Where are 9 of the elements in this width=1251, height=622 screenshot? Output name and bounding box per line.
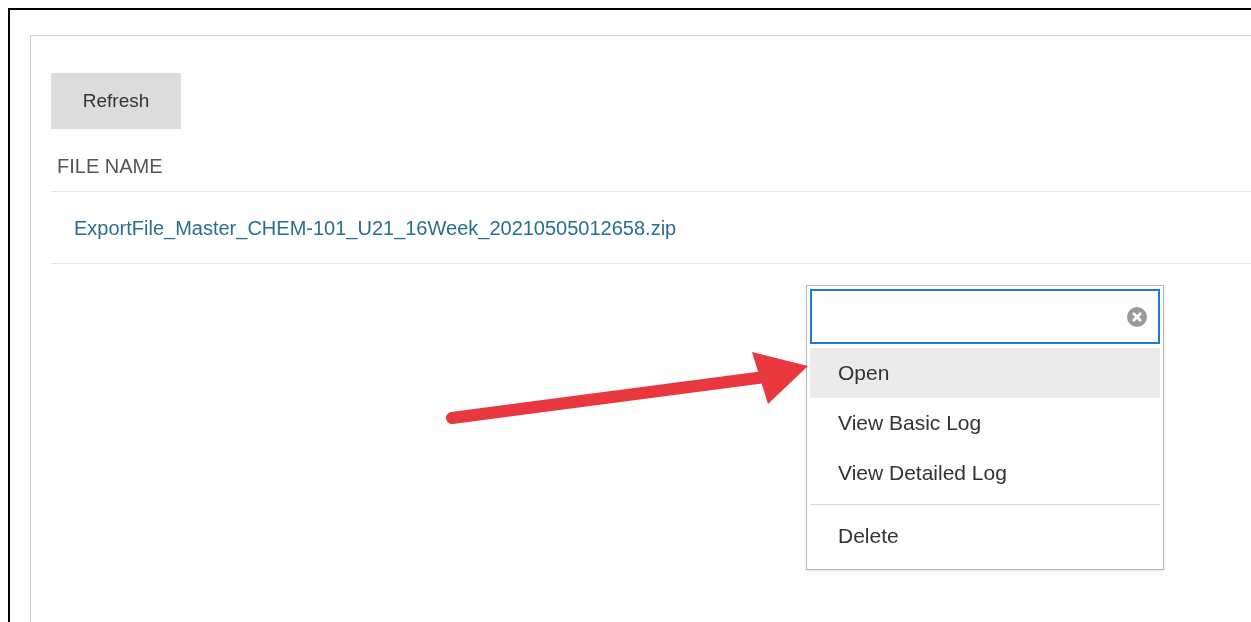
search-field[interactable] [810, 289, 1160, 344]
column-header: FILE NAME [57, 154, 163, 179]
clear-icon[interactable] [1126, 305, 1148, 328]
file-link[interactable]: ExportFile_Master_CHEM-101_U21_16Week_20210505012658.zip [74, 212, 677, 243]
refresh-button[interactable]: Refresh [51, 73, 181, 129]
menu-item[interactable]: Open [810, 348, 1160, 398]
menu-item[interactable]: View Basic Log [810, 398, 1160, 448]
menu-item[interactable]: Delete [810, 511, 1160, 561]
menu-item[interactable]: View Detailed Log [810, 448, 1160, 498]
